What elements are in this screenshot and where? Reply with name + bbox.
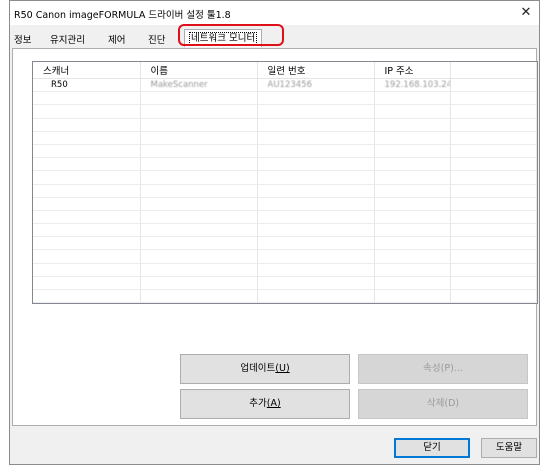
empty-row (33, 184, 537, 198)
update-button-mnemonic: (U) (275, 363, 290, 374)
cell-scanner: R50 (33, 78, 141, 93)
cell-empty (450, 78, 537, 93)
empty-row (33, 276, 537, 291)
properties-button-mnemonic: (P)... (440, 363, 463, 374)
highlight-annotation (178, 24, 284, 46)
empty-row (33, 170, 537, 185)
scanner-list[interactable]: 스캐너 이름 일련 번호 IP 주소 R50 MakeScanner AU123… (32, 61, 538, 304)
update-button[interactable]: 업데이트(U) (180, 354, 350, 384)
empty-row (33, 210, 537, 225)
column-header-ip[interactable]: IP 주소 (374, 62, 451, 79)
empty-row (33, 302, 537, 303)
column-header-name[interactable]: 이름 (140, 62, 258, 79)
update-button-label: 업데이트 (240, 363, 276, 374)
cell-serial: AU123456 (257, 78, 375, 93)
empty-row (33, 236, 537, 251)
empty-row (33, 249, 537, 264)
empty-row (33, 144, 537, 159)
delete-button-label: 삭제 (426, 398, 445, 409)
empty-row (33, 104, 537, 119)
tab-info[interactable]: 정보 (14, 32, 31, 48)
column-header-serial[interactable]: 일련 번호 (257, 62, 375, 79)
network-monitor-panel: 스캐너 이름 일련 번호 IP 주소 R50 MakeScanner AU123… (12, 48, 538, 426)
empty-row (33, 131, 537, 145)
delete-button-mnemonic: (D) (444, 398, 460, 409)
empty-row (33, 91, 537, 106)
close-icon[interactable]: ✕ (517, 4, 535, 22)
cell-name: MakeScanner (140, 78, 258, 93)
help-button[interactable]: 도움말 (481, 438, 537, 458)
close-button[interactable]: 닫기 (394, 438, 470, 458)
tab-control[interactable]: 제어 (108, 32, 125, 48)
cell-ip: 192.168.103.24 (374, 78, 451, 93)
tab-diagnostics[interactable]: 진단 (148, 32, 165, 48)
empty-row (33, 289, 537, 303)
list-header: 스캐너 이름 일련 번호 IP 주소 (33, 62, 537, 79)
window-title: R50 Canon imageFORMULA 드라이버 설정 툴1.8 (14, 10, 231, 21)
empty-row (33, 197, 537, 211)
title-bar: R50 Canon imageFORMULA 드라이버 설정 툴1.8 ✕ (10, 1, 539, 25)
table-row[interactable]: R50 MakeScanner AU123456 192.168.103.24 (33, 78, 537, 93)
add-button-mnemonic: (A) (266, 398, 281, 409)
empty-row (33, 263, 537, 277)
tab-maintenance[interactable]: 유지관리 (50, 32, 85, 48)
empty-row (33, 118, 537, 132)
column-header-empty (450, 62, 537, 79)
settings-window: R50 Canon imageFORMULA 드라이버 설정 툴1.8 ✕ 정보… (9, 0, 540, 465)
add-button-label: 추가 (249, 398, 267, 409)
delete-button[interactable]: 삭제(D) (358, 389, 528, 419)
column-header-scanner[interactable]: 스캐너 (33, 62, 141, 79)
empty-row (33, 223, 537, 238)
add-button[interactable]: 추가(A) (180, 389, 350, 419)
empty-row (33, 157, 537, 172)
properties-button[interactable]: 속성(P)... (358, 354, 528, 384)
properties-button-label: 속성 (423, 363, 441, 374)
